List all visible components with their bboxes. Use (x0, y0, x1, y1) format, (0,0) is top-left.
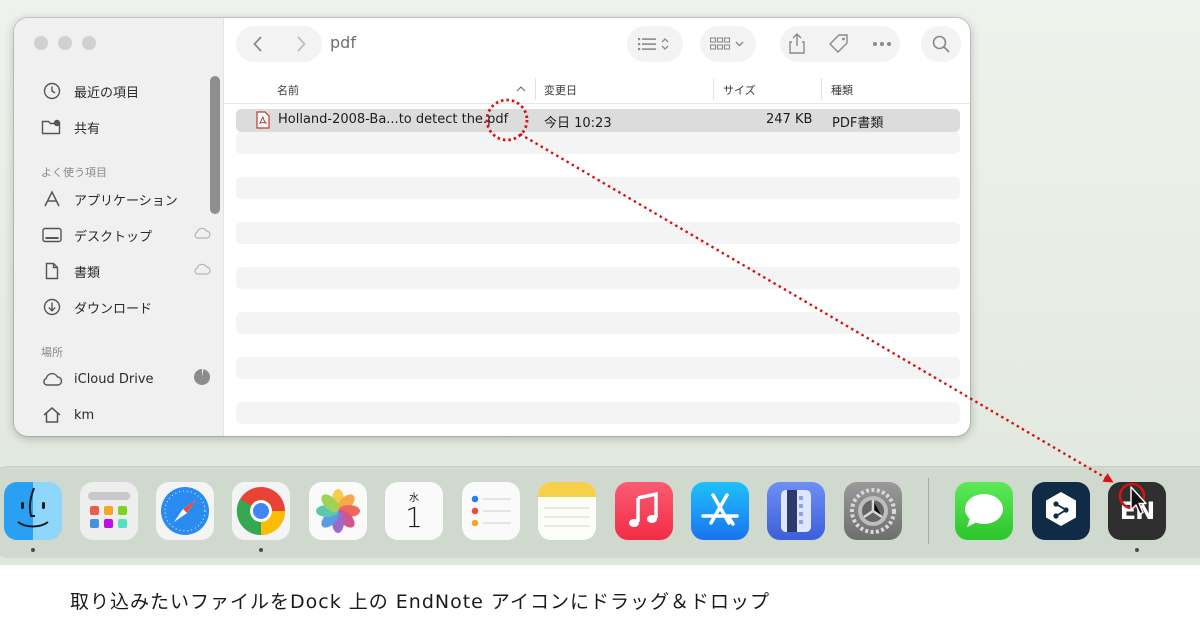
drag-path-arrow (519, 132, 1114, 483)
drag-annotation (485, 98, 1147, 515)
instruction-caption: 取り込みたいファイルをDock 上の EndNote アイコンにドラッグ＆ドロッ… (70, 591, 770, 613)
